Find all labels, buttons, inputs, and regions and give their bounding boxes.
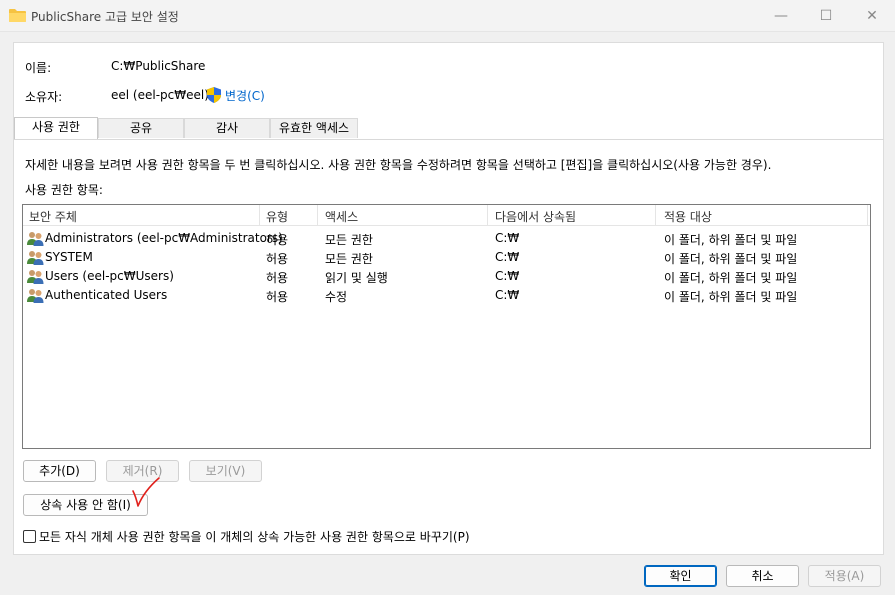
applies-cell: 이 폴더, 하위 폴더 및 파일 — [664, 233, 798, 247]
applies-cell: 이 폴더, 하위 폴더 및 파일 — [664, 252, 798, 266]
column-divider — [317, 205, 318, 226]
column-divider — [259, 205, 260, 226]
inherited-cell: C:₩ — [495, 250, 520, 264]
minimize-button[interactable]: — — [758, 0, 804, 32]
uac-shield-icon — [207, 87, 221, 103]
type-cell: 허용 — [266, 252, 289, 266]
minimize-icon: — — [774, 8, 788, 24]
tab-divider — [14, 139, 884, 140]
users-group-icon — [27, 251, 44, 265]
principal-cell: SYSTEM — [45, 250, 93, 264]
column-divider — [655, 205, 656, 226]
access-cell: 모든 권한 — [325, 252, 373, 266]
change-owner-link[interactable]: 변경(C) — [225, 87, 265, 104]
name-label: 이름: — [25, 61, 52, 75]
tab-auditing[interactable]: 감사 — [184, 118, 270, 138]
users-group-icon — [27, 270, 44, 284]
type-cell: 허용 — [266, 290, 289, 304]
column-divider — [487, 205, 488, 226]
applies-cell: 이 폴더, 하위 폴더 및 파일 — [664, 290, 798, 304]
maximize-button[interactable]: ☐ — [803, 0, 849, 32]
inherited-cell: C:₩ — [495, 269, 520, 283]
access-cell: 수정 — [325, 290, 348, 304]
list-header: 보안 주체 유형 액세스 다음에서 상속됨 적용 대상 — [23, 205, 870, 226]
column-type[interactable]: 유형 — [266, 208, 288, 225]
maximize-icon: ☐ — [819, 8, 833, 24]
owner-value: eel (eel-pc₩eel) — [111, 88, 209, 102]
table-row[interactable]: Users (eel-pc₩Users) 허용 읽기 및 실행 C:₩ 이 폴더… — [23, 267, 870, 286]
table-row[interactable]: SYSTEM 허용 모든 권한 C:₩ 이 폴더, 하위 폴더 및 파일 — [23, 248, 870, 267]
column-inherited[interactable]: 다음에서 상속됨 — [495, 208, 576, 225]
applies-cell: 이 폴더, 하위 폴더 및 파일 — [664, 271, 798, 285]
principal-cell: Authenticated Users — [45, 288, 168, 302]
cancel-button[interactable]: 취소 — [726, 565, 799, 587]
access-cell: 읽기 및 실행 — [325, 271, 388, 285]
table-row[interactable]: Authenticated Users 허용 수정 C:₩ 이 폴더, 하위 폴… — [23, 286, 870, 305]
title-bar: PublicShare 고급 보안 설정 — ☐ ✕ — [0, 0, 895, 32]
permission-list[interactable]: 보안 주체 유형 액세스 다음에서 상속됨 적용 대상 Administrato… — [22, 204, 871, 449]
column-principal[interactable]: 보안 주체 — [29, 208, 77, 225]
principal-cell: Administrators (eel-pc₩Administrators) — [45, 231, 283, 245]
users-group-icon — [27, 232, 44, 246]
tab-auditing-label: 감사 — [215, 121, 239, 135]
description-text: 자세한 내용을 보려면 사용 권한 항목을 두 번 클릭하십시오. 사용 권한 … — [25, 158, 772, 172]
column-applies[interactable]: 적용 대상 — [664, 208, 712, 225]
access-cell: 모든 권한 — [325, 233, 373, 247]
apply-button[interactable]: 적용(A) — [808, 565, 881, 587]
tab-effective-access-label: 유효한 액세스 — [278, 121, 350, 135]
owner-label: 소유자: — [25, 90, 63, 104]
name-value: C:₩PublicShare — [111, 59, 206, 73]
close-icon: ✕ — [866, 8, 878, 24]
close-button[interactable]: ✕ — [849, 0, 895, 32]
permission-entries-label: 사용 권한 항목: — [25, 183, 103, 197]
tab-permissions[interactable]: 사용 권한 — [14, 117, 98, 139]
window-title: PublicShare 고급 보안 설정 — [31, 10, 179, 24]
column-divider — [867, 205, 868, 226]
add-button[interactable]: 추가(D) — [23, 460, 96, 482]
folder-icon — [9, 9, 26, 22]
view-button[interactable]: 보기(V) — [189, 460, 262, 482]
inherited-cell: C:₩ — [495, 288, 520, 302]
inherited-cell: C:₩ — [495, 231, 520, 245]
principal-cell: Users (eel-pc₩Users) — [45, 269, 174, 283]
replace-child-permissions-label[interactable]: 모든 자식 개체 사용 권한 항목을 이 개체의 상속 가능한 사용 권한 항목… — [39, 528, 470, 545]
users-group-icon — [27, 289, 44, 303]
column-access[interactable]: 액세스 — [325, 208, 358, 225]
tab-share[interactable]: 공유 — [98, 118, 184, 138]
replace-child-permissions-checkbox[interactable] — [23, 530, 36, 543]
tab-effective-access[interactable]: 유효한 액세스 — [270, 118, 358, 138]
ok-button[interactable]: 확인 — [644, 565, 717, 587]
table-row[interactable]: Administrators (eel-pc₩Administrators) 허… — [23, 229, 870, 248]
tab-share-label: 공유 — [129, 121, 153, 135]
type-cell: 허용 — [266, 233, 289, 247]
tab-permissions-label: 사용 권한 — [32, 120, 80, 134]
type-cell: 허용 — [266, 271, 289, 285]
checkmark-annotation-icon — [132, 477, 160, 507]
